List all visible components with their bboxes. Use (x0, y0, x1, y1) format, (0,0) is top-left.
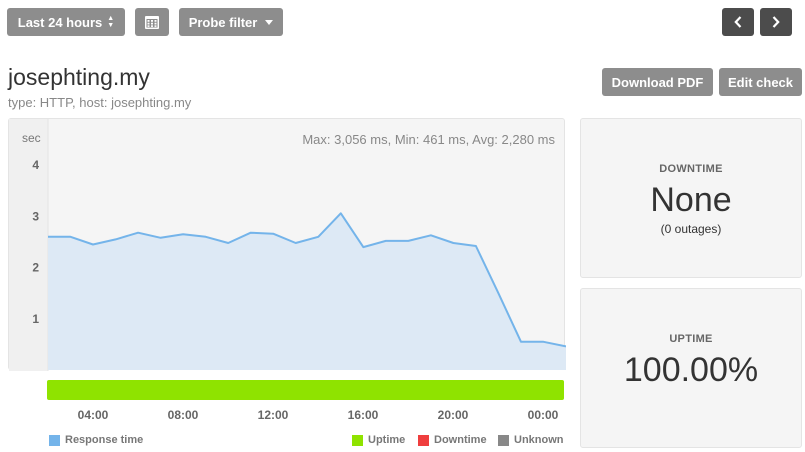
downtime-panel: DOWNTIME None (0 outages) (580, 118, 802, 278)
legend-downtime: Downtime (418, 434, 487, 446)
previous-period-button[interactable] (722, 8, 754, 36)
download-pdf-button[interactable]: Download PDF (602, 68, 713, 96)
legend-swatch (49, 434, 60, 446)
sort-arrows-icon: ▲ ▼ (107, 15, 115, 29)
x-tick-label: 16:00 (347, 408, 379, 422)
legend-label: Unknown (514, 434, 564, 446)
y-axis-gutter (9, 119, 48, 371)
legend-label: Downtime (434, 434, 487, 446)
edit-check-button[interactable]: Edit check (719, 68, 802, 96)
time-range-label: Last 24 hours (17, 14, 103, 30)
y-tick-label: 3 (32, 209, 39, 223)
chevron-left-icon (734, 16, 742, 28)
caret-down-icon (265, 19, 274, 25)
chart-canvas: sec 1 2 3 4 Max: 3,056 ms, Min: 461 ms, Avg: … (9, 119, 566, 371)
legend-swatch (498, 434, 509, 446)
x-tick-label: 12:00 (257, 408, 289, 422)
calendar-icon (145, 15, 159, 29)
probe-filter-button[interactable]: Probe filter (179, 8, 283, 36)
response-time-chart: sec 1 2 3 4 Max: 3,056 ms, Min: 461 ms, Avg: … (8, 118, 566, 371)
y-tick-label: 4 (32, 158, 39, 172)
y-tick-label: 1 (32, 312, 39, 326)
next-period-button[interactable] (760, 8, 792, 36)
legend-swatch (418, 434, 429, 446)
y-axis-label: sec (22, 131, 41, 145)
x-tick-label: 00:00 (527, 408, 559, 422)
x-tick-label: 04:00 (77, 408, 109, 422)
y-tick-label: 2 (32, 261, 39, 275)
probe-filter-label: Probe filter (188, 14, 258, 30)
uptime-label: UPTIME (669, 333, 713, 345)
uptime-bar (47, 380, 564, 400)
x-tick-label: 08:00 (167, 408, 199, 422)
legend-uptime: Uptime (352, 434, 405, 446)
outage-count: (0 outages) (660, 222, 722, 236)
legend-label: Uptime (368, 434, 406, 446)
legend-unknown: Unknown (498, 434, 564, 446)
chevron-right-icon (772, 16, 780, 28)
uptime-value: 100.00% (623, 351, 759, 389)
time-range-button[interactable]: Last 24 hours ▲ ▼ (7, 8, 125, 36)
uptime-panel: UPTIME 100.00% (580, 288, 802, 448)
legend-swatch (352, 434, 363, 446)
calendar-button[interactable] (135, 8, 169, 36)
chart-summary: Max: 3,056 ms, Min: 461 ms, Avg: 2,280 m… (302, 132, 555, 147)
x-tick-label: 20:00 (437, 408, 469, 422)
legend-label: Response time (65, 434, 144, 446)
check-subtitle: type: HTTP, host: josephting.my (8, 95, 192, 110)
legend-response-time: Response time (49, 434, 143, 446)
downtime-value: None (650, 181, 732, 219)
downtime-label: DOWNTIME (659, 163, 723, 175)
page-title: josephting.my (8, 64, 150, 90)
